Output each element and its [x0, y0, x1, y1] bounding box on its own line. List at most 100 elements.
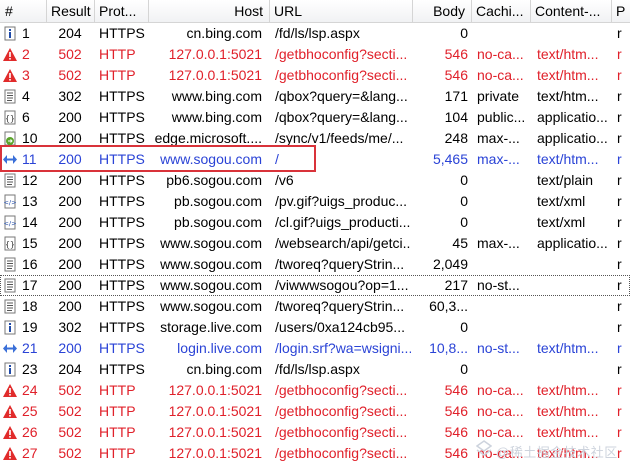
row-host: www.bing.com [171, 88, 262, 104]
session-row[interactable]: 25 502 HTTP 127.0.0.1:5021/getbhoconfig?sec… [0, 401, 630, 422]
row-host: pb6.sogou.com [166, 172, 262, 188]
row-process: r [617, 277, 622, 293]
row-protocol: HTTP [99, 46, 136, 62]
session-row[interactable]: 23 204 HTTPS cn.bing.com/fd/ls/lsp.aspx 0 r [0, 359, 630, 380]
row-caching: no-ca... [477, 46, 524, 62]
row-caching: private [477, 88, 520, 104]
row-body-size: 546 [444, 67, 468, 83]
row-process: r [617, 88, 622, 104]
row-body-size: 248 [444, 130, 468, 146]
row-result: 200 [58, 109, 82, 125]
row-caching [477, 359, 529, 380]
session-row[interactable]: 4 302 HTTPS www.bing.com/qbox?query=&lang..… [0, 86, 630, 107]
row-url: /pv.gif?uigs_produc... [275, 193, 408, 209]
row-number: 12 [22, 172, 38, 188]
session-row[interactable]: {} 6 200 HTTPS www.bing.com/qbox?query=&lang… [0, 107, 630, 128]
session-row[interactable]: 12 200 HTTPS pb6.sogou.com/v6 0 text/plain r [0, 170, 630, 191]
row-host: login.live.com [177, 340, 262, 356]
warning-icon [2, 404, 18, 419]
column-header-url[interactable]: URL [269, 0, 413, 22]
row-result: 502 [58, 67, 82, 83]
session-row[interactable]: 11 200 HTTPS www.sogou.com / 5,465 max-... text… [0, 149, 630, 170]
row-protocol: HTTPS [99, 214, 145, 230]
info-icon [2, 362, 18, 377]
row-url: /fd/ls/lsp.aspx [275, 25, 360, 41]
session-row[interactable]: </> 14 200 HTTPS pb.sogou.com/cl.gif?uigs_pr… [0, 212, 630, 233]
row-caching: max-... [477, 235, 520, 251]
column-header-body[interactable]: Body [412, 0, 472, 22]
row-process: r [617, 25, 622, 41]
row-number: 23 [22, 361, 38, 377]
column-header-protocol[interactable]: Prot... [94, 0, 149, 22]
row-body-size: 0 [460, 25, 468, 41]
row-url: /qbox?query=&lang... [275, 109, 408, 125]
row-result: 200 [58, 214, 82, 230]
row-url: /websearch/api/getci... [275, 235, 411, 251]
exchange-icon [2, 341, 18, 356]
column-header-process[interactable]: P [611, 0, 630, 22]
session-row[interactable]: {} 15 200 HTTPS www.sogou.com/websearch/api/… [0, 233, 630, 254]
row-content-type [537, 275, 611, 296]
row-result: 302 [58, 88, 82, 104]
session-row[interactable]: 18 200 HTTPS www.sogou.com/tworeq?queryStri… [0, 296, 630, 317]
row-caching [477, 254, 529, 275]
row-process: r [617, 424, 622, 440]
row-result: 204 [58, 361, 82, 377]
row-content-type: text/htm... [537, 382, 599, 398]
session-row[interactable]: 3 502 HTTP 127.0.0.1:5021/getbhoconfig?sect… [0, 65, 630, 86]
row-process: r [617, 151, 622, 167]
session-row[interactable]: 2 502 HTTP 127.0.0.1:5021/getbhoconfig?sect… [0, 44, 630, 65]
row-number: 10 [22, 130, 38, 146]
session-row[interactable]: </> 13 200 HTTPS pb.sogou.com/pv.gif?uigs_pr… [0, 191, 630, 212]
row-protocol: HTTP [99, 67, 136, 83]
session-row[interactable]: 21 200 HTTPS login.live.com/login.srf?wa=ws… [0, 338, 630, 359]
row-content-type: text/xml [537, 193, 586, 209]
row-content-type [537, 296, 611, 317]
session-row[interactable]: 1 204 HTTPS cn.bing.com/fd/ls/lsp.aspx 0 r [0, 23, 630, 44]
row-caching [477, 296, 529, 317]
session-row[interactable]: 24 502 HTTP 127.0.0.1:5021/getbhoconfig?sec… [0, 380, 630, 401]
row-caching: max-... [477, 151, 520, 167]
document-icon [2, 299, 18, 314]
row-result: 200 [58, 235, 82, 251]
row-body-size: 546 [444, 403, 468, 419]
session-row[interactable]: 17 200 HTTPS www.sogou.com/viwwwsogou?op=1.… [0, 275, 630, 296]
row-host: 127.0.0.1:5021 [168, 382, 262, 398]
column-header-url-label: URL [274, 3, 303, 19]
row-url: /getbhoconfig?secti... [275, 424, 408, 440]
row-protocol: HTTPS [99, 88, 145, 104]
row-host: www.bing.com [171, 109, 262, 125]
row-body-size: 546 [444, 445, 468, 461]
row-host: www.sogou.com [160, 235, 262, 251]
row-result: 200 [58, 298, 82, 314]
row-number: 2 [22, 46, 30, 62]
info-icon [2, 26, 18, 41]
row-number: 27 [22, 445, 38, 461]
row-url: /getbhoconfig?secti... [275, 67, 408, 83]
row-caching: no-ca... [477, 403, 524, 419]
column-header-caching[interactable]: Cachi... [471, 0, 531, 22]
column-header-body-label: Body [433, 3, 465, 19]
row-url: /tworeq?queryStrin... [275, 256, 405, 272]
column-header-result[interactable]: Result [46, 0, 95, 22]
row-url: /fd/ls/lsp.aspx [275, 361, 360, 377]
row-caching [477, 170, 529, 191]
watermark-text: @稀土掘金技术社区 [496, 445, 618, 460]
session-row[interactable]: 16 200 HTTPS www.sogou.com/tworeq?queryStri… [0, 254, 630, 275]
session-row[interactable]: 26 502 HTTP 127.0.0.1:5021/getbhoconfig?sec… [0, 422, 630, 443]
row-protocol: HTTP [99, 445, 136, 461]
column-header-number[interactable]: # [0, 0, 47, 22]
column-header-host[interactable]: Host [148, 0, 270, 22]
column-header-content-type[interactable]: Content-... [530, 0, 612, 22]
session-row[interactable]: 10 200 HTTPS edge.microsoft.... /sync/v1/fee… [0, 128, 630, 149]
column-header-caching-label: Cachi... [476, 3, 524, 19]
row-result: 200 [58, 172, 82, 188]
row-body-size: 45 [452, 235, 468, 251]
xml-icon: </> [2, 215, 18, 230]
script-icon: {} [2, 236, 18, 251]
row-number: 6 [22, 109, 30, 125]
session-row[interactable]: 19 302 HTTPS storage.live.com/users/0xa124c… [0, 317, 630, 338]
row-body-size: 60,3... [429, 298, 468, 314]
row-protocol: HTTPS [99, 235, 145, 251]
document-icon [2, 173, 18, 188]
